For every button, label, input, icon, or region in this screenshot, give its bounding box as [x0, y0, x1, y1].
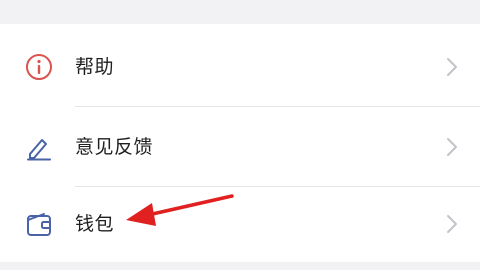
chevron-right-icon [444, 56, 460, 78]
pencil-icon [24, 132, 54, 162]
settings-menu-card: 帮助 意见反馈 钱包 [0, 24, 480, 262]
menu-item-label: 意见反馈 [75, 136, 154, 158]
chevron-right-icon [444, 213, 460, 235]
bottom-spacer [0, 262, 480, 270]
info-circle-icon [24, 52, 54, 82]
menu-item-label: 帮助 [75, 56, 115, 78]
menu-item-help[interactable]: 帮助 [0, 27, 480, 107]
menu-item-label: 钱包 [75, 213, 115, 235]
menu-item-wallet[interactable]: 钱包 [0, 184, 480, 264]
wallet-icon [24, 209, 54, 239]
top-spacer [0, 0, 480, 24]
menu-item-feedback[interactable]: 意见反馈 [0, 107, 480, 187]
chevron-right-icon [444, 136, 460, 158]
